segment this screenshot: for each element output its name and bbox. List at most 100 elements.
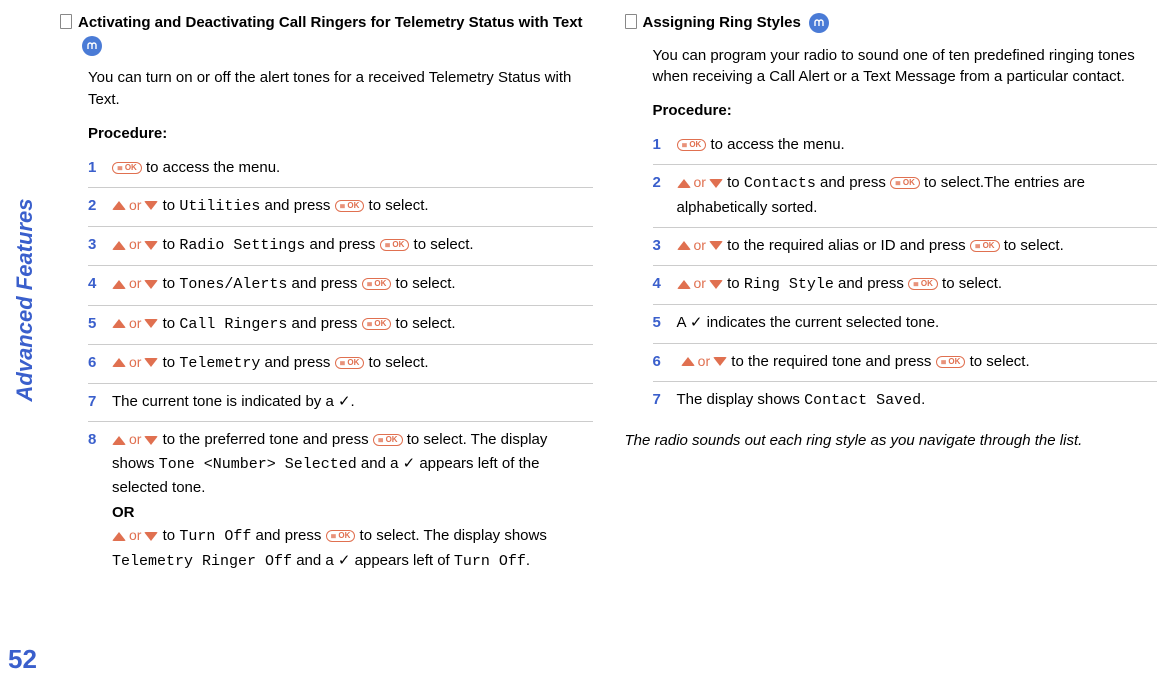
up-arrow-icon <box>677 280 691 289</box>
step-body: or to the required tone and press OK to … <box>677 350 1158 373</box>
step-text: to select. <box>364 197 428 214</box>
step-row: 5 A ✓ indicates the current selected ton… <box>653 305 1158 343</box>
step-number: 2 <box>88 194 104 218</box>
step-text: and a ✓ appears left of <box>292 552 454 569</box>
ok-button-icon: OK <box>380 239 410 251</box>
step-row: 2 or to Utilities and press OK to select… <box>88 188 593 227</box>
down-arrow-icon <box>713 357 727 366</box>
left-column: Activating and Deactivating Call Ringers… <box>60 12 593 581</box>
step-text: to select. <box>965 353 1029 370</box>
step-text: and press <box>834 275 908 292</box>
or-text: or <box>129 527 141 543</box>
step-text: to the preferred tone and press <box>158 431 372 448</box>
section-title-left: Activating and Deactivating Call Ringers… <box>60 12 593 57</box>
step-number: 7 <box>88 390 104 413</box>
menu-name: Ring Style <box>744 276 834 293</box>
step-text: to <box>158 236 179 253</box>
feature-badge-icon <box>809 13 829 33</box>
step-text: and press <box>260 354 334 371</box>
down-arrow-icon <box>144 358 158 367</box>
display-text: Tone <Number> Selected <box>159 456 357 473</box>
step-text: and press <box>260 197 334 214</box>
or-label: OR <box>112 501 593 524</box>
up-arrow-icon <box>112 319 126 328</box>
ok-button-icon: OK <box>335 200 365 212</box>
ok-button-icon: OK <box>936 356 966 368</box>
step-row: 1 OK to access the menu. <box>653 127 1158 165</box>
or-text: or <box>698 353 710 369</box>
ok-button-icon: OK <box>326 530 356 542</box>
step-body: OK to access the menu. <box>677 133 1158 156</box>
step-number: 2 <box>653 171 669 219</box>
step-row: 4 or to Ring Style and press OK to selec… <box>653 266 1158 305</box>
ok-button-icon: OK <box>373 434 403 446</box>
menu-name: Turn Off <box>179 528 251 545</box>
steps-list-left: 1 OK to access the menu. 2 or to Utiliti… <box>88 150 593 581</box>
step-row: 3 or to the required alias or ID and pre… <box>653 228 1158 266</box>
step-number: 3 <box>88 233 104 257</box>
step-text: . <box>526 552 530 569</box>
step-text: The display shows <box>677 391 805 408</box>
up-arrow-icon <box>112 280 126 289</box>
step-text: to select. <box>391 275 455 292</box>
display-text: Contact Saved <box>804 392 921 409</box>
procedure-label: Procedure: <box>653 102 1158 119</box>
step-row: 4 or to Tones/Alerts and press OK to sel… <box>88 266 593 305</box>
step-number: 1 <box>653 133 669 156</box>
down-arrow-icon <box>144 241 158 250</box>
step-row: 8 or to the preferred tone and press OK … <box>88 422 593 581</box>
step-text: to the required alias or ID and press <box>723 237 970 254</box>
up-arrow-icon <box>112 532 126 541</box>
menu-name: Tones/Alerts <box>179 276 287 293</box>
up-arrow-icon <box>112 358 126 367</box>
intro-text: You can program your radio to sound one … <box>653 45 1158 89</box>
step-row: 5 or to Call Ringers and press OK to sel… <box>88 306 593 345</box>
step-body: or to Radio Settings and press OK to sel… <box>112 233 593 257</box>
or-text: or <box>694 275 706 291</box>
step-row: 2 or to Contacts and press OK to select.… <box>653 165 1158 228</box>
section-title-text: Activating and Deactivating Call Ringers… <box>78 12 593 57</box>
step-body: or to Contacts and press OK to select.Th… <box>677 171 1158 219</box>
down-arrow-icon <box>144 436 158 445</box>
step-text: to access the menu. <box>142 159 280 176</box>
step-body: The display shows Contact Saved. <box>677 388 1158 412</box>
down-arrow-icon <box>709 241 723 250</box>
procedure-label: Procedure: <box>88 125 593 142</box>
title-text-content: Activating and Deactivating Call Ringers… <box>78 14 583 31</box>
down-arrow-icon <box>709 280 723 289</box>
down-arrow-icon <box>709 179 723 188</box>
step-number: 4 <box>88 272 104 296</box>
ok-button-icon: OK <box>677 139 707 151</box>
step-number: 5 <box>653 311 669 334</box>
step-text: to the required tone and press <box>727 353 935 370</box>
step-text: to <box>158 275 179 292</box>
step-number: 6 <box>653 350 669 373</box>
up-arrow-icon <box>677 179 691 188</box>
page-icon <box>625 14 637 29</box>
step-text: to <box>723 174 744 191</box>
or-text: or <box>694 174 706 190</box>
down-arrow-icon <box>144 319 158 328</box>
step-text: to <box>158 527 179 544</box>
page-content: Activating and Deactivating Call Ringers… <box>0 0 1171 593</box>
down-arrow-icon <box>144 280 158 289</box>
step-body: or to Telemetry and press OK to select. <box>112 351 593 375</box>
step-text: to <box>158 354 179 371</box>
step-number: 1 <box>88 156 104 179</box>
intro-text: You can turn on or off the alert tones f… <box>88 67 593 111</box>
ok-button-icon: OK <box>890 177 920 189</box>
step-text: to select. <box>938 275 1002 292</box>
or-text: or <box>129 275 141 291</box>
up-arrow-icon <box>677 241 691 250</box>
step-text: to <box>723 275 744 292</box>
ok-button-icon: OK <box>970 240 1000 252</box>
menu-name: Radio Settings <box>179 237 305 254</box>
step-body: or to the preferred tone and press OK to… <box>112 428 593 573</box>
step-body: or to Ring Style and press OK to select. <box>677 272 1158 296</box>
step-text: to select. <box>1000 237 1064 254</box>
step-text: to <box>158 197 179 214</box>
step-number: 4 <box>653 272 669 296</box>
step-body: or to the required alias or ID and press… <box>677 234 1158 257</box>
step-row: 6 or to the required tone and press OK t… <box>653 344 1158 382</box>
step-number: 5 <box>88 312 104 336</box>
